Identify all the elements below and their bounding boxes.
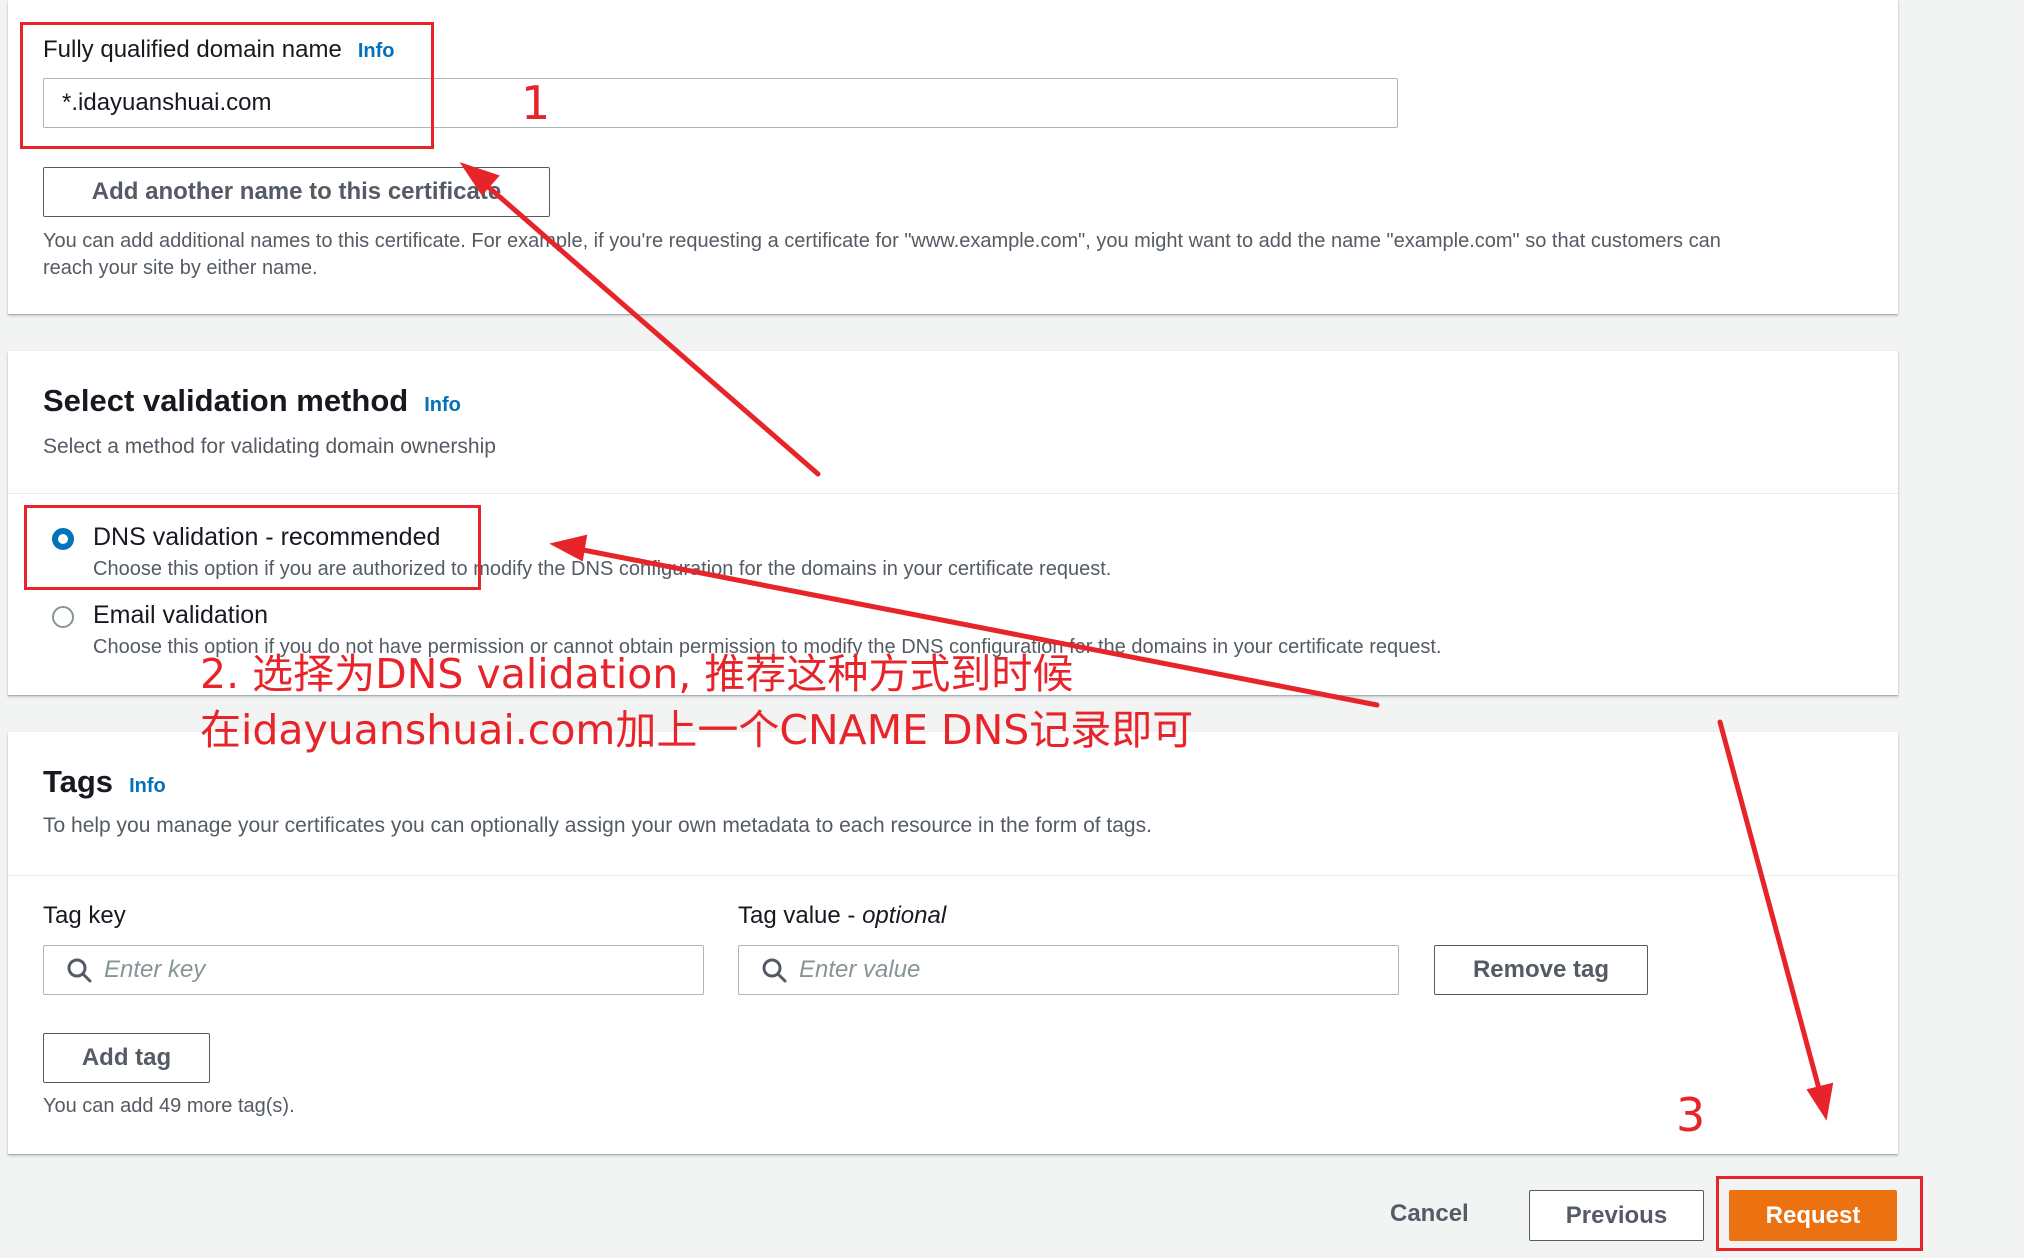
annotation-step-2-line2: 在idayuanshuai.com加上一个CNAME DNS记录即可 [200, 706, 1194, 754]
annotation-step-2-line1: 2. 选择为DNS validation, 推荐这种方式到时候 [200, 650, 1074, 698]
annotation-step-3: 3 [1676, 1088, 1706, 1142]
arrow-to-request-head [1806, 1082, 1834, 1121]
annotation-arrows [459, 162, 1834, 1121]
arrow-to-dns-head [549, 534, 588, 562]
annotation-step-1: 1 [521, 76, 551, 130]
annotation-step-2: 2. 选择为DNS validation, 推荐这种方式到时候 在idayuan… [200, 646, 1193, 758]
arrow-to-request [1717, 719, 1825, 1103]
arrow-to-fqdn [475, 175, 821, 477]
